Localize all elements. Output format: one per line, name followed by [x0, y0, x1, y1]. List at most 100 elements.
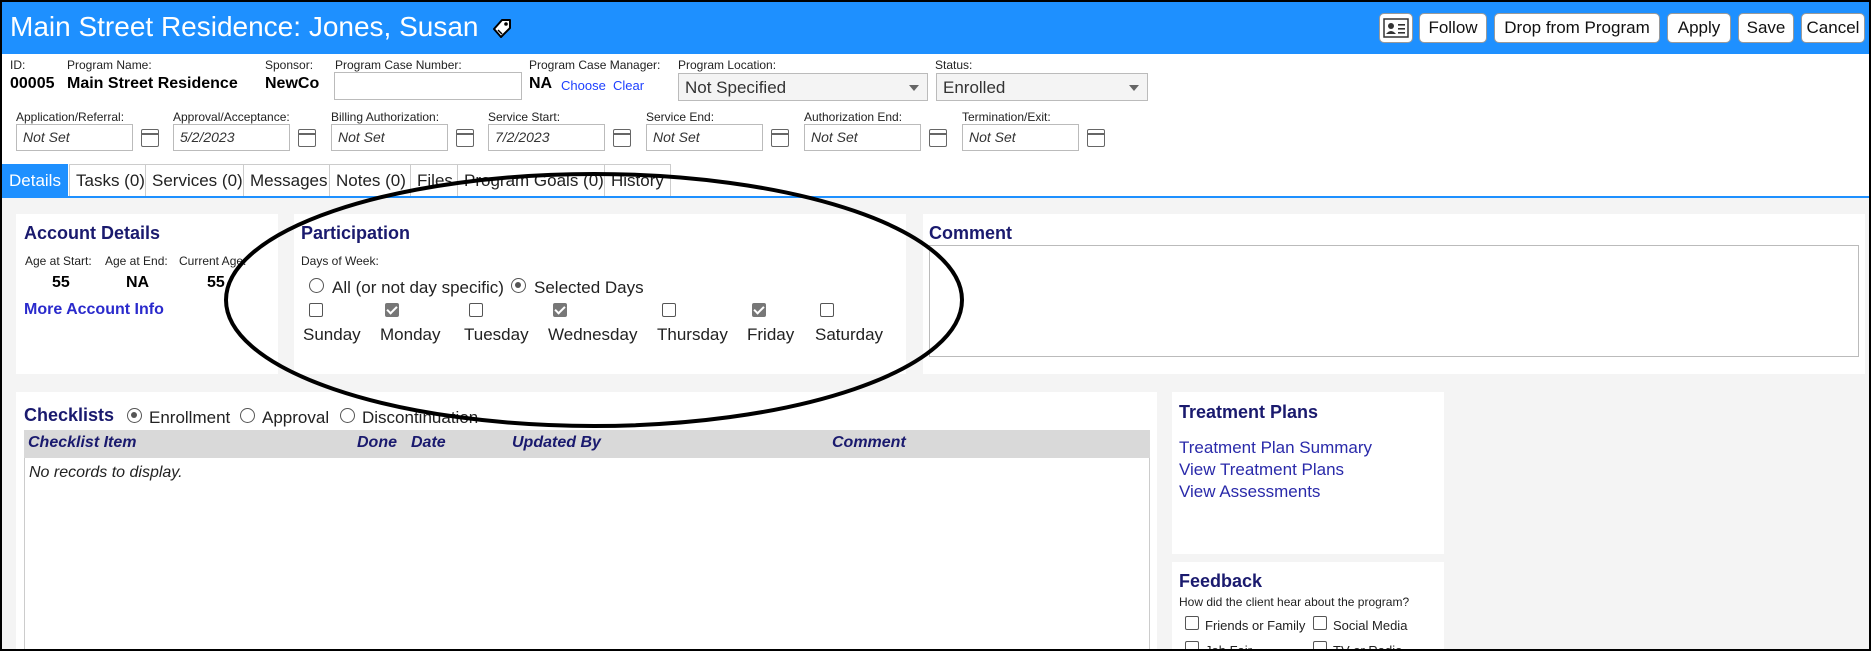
radio-all-days-label: All (or not day specific) [332, 278, 504, 297]
follow-button[interactable]: Follow [1419, 13, 1487, 43]
column-header-date[interactable]: Date [411, 434, 446, 452]
comment-title: Comment [929, 223, 1013, 243]
id-value: 00005 [10, 75, 55, 92]
checkbox-job-fair[interactable] [1185, 641, 1199, 649]
date-label-approval: Approval/Acceptance: [173, 110, 290, 124]
window: Main Street Residence: Jones, Susan Foll… [0, 0, 1871, 651]
date-label-billing: Billing Authorization: [331, 110, 440, 124]
clear-link[interactable]: Clear [613, 78, 644, 93]
case-manager-value: NA [529, 75, 553, 92]
checklist-table-header: Checklist Item Done Date Updated By Comm… [24, 430, 1150, 458]
comment-textarea[interactable] [929, 245, 1859, 357]
date-input-application[interactable]: Not Set [16, 124, 133, 151]
radio-approval-label: Approval [262, 408, 330, 427]
checkbox-sunday[interactable] [309, 303, 323, 317]
checklists-title: Checklists [24, 405, 115, 425]
calendar-icon[interactable] [298, 129, 316, 147]
tab-program-goals[interactable]: Program Goals (0) [457, 164, 611, 196]
calendar-icon[interactable] [141, 129, 159, 147]
date-input-service-end[interactable]: Not Set [646, 124, 763, 151]
date-label-application: Application/Referral: [16, 110, 125, 124]
checkbox-social-media[interactable] [1313, 616, 1327, 630]
checkbox-wednesday[interactable] [553, 303, 567, 317]
checkbox-tuesday[interactable] [469, 303, 483, 317]
program-name-label: Program Name: [67, 58, 152, 72]
radio-discontinuation-label: Discontinuation [362, 408, 479, 427]
checkbox-friends-family[interactable] [1185, 616, 1199, 630]
current-age-label: Current Age: [179, 254, 247, 268]
status-value: Enrolled [943, 78, 1006, 97]
radio-enrollment[interactable] [127, 408, 142, 423]
calendar-icon[interactable] [929, 129, 947, 147]
day-label-monday: Monday [380, 325, 441, 344]
radio-enrollment-label: Enrollment [149, 408, 231, 427]
tab-tasks[interactable]: Tasks (0) [69, 164, 152, 196]
tag-icon[interactable] [490, 16, 514, 40]
column-header-updated-by[interactable]: Updated By [512, 434, 601, 452]
current-age-value: 55 [207, 274, 225, 291]
program-name-value: Main Street Residence [67, 75, 238, 92]
checkbox-friday[interactable] [752, 303, 766, 317]
tab-files[interactable]: Files [410, 164, 460, 196]
tab-history[interactable]: History [604, 164, 671, 196]
drop-from-program-button[interactable]: Drop from Program [1494, 13, 1660, 43]
tab-services[interactable]: Services (0) [145, 164, 250, 196]
contact-card-icon[interactable] [1379, 13, 1413, 43]
view-treatment-plans-link[interactable]: View Treatment Plans [1179, 460, 1344, 480]
day-label-friday: Friday [747, 325, 795, 344]
feedback-option-tv-radio: TV or Radio [1333, 643, 1403, 651]
sponsor-value: NewCo [265, 75, 320, 92]
date-input-billing[interactable]: Not Set [331, 124, 448, 151]
day-label-sunday: Sunday [303, 325, 361, 344]
checkbox-monday[interactable] [385, 303, 399, 317]
radio-discontinuation[interactable] [340, 408, 355, 423]
page-title: Main Street Residence: Jones, Susan [10, 11, 479, 42]
day-label-thursday: Thursday [657, 325, 728, 344]
choose-link[interactable]: Choose [561, 78, 606, 93]
date-label-termination: Termination/Exit: [962, 110, 1051, 124]
radio-approval[interactable] [240, 408, 255, 423]
calendar-icon[interactable] [1087, 129, 1105, 147]
header-bar: Main Street Residence: Jones, Susan Foll… [2, 2, 1869, 54]
radio-all-days[interactable] [309, 278, 324, 293]
apply-button[interactable]: Apply [1667, 13, 1731, 43]
save-button[interactable]: Save [1738, 13, 1794, 43]
location-select[interactable]: Not Specified [678, 73, 928, 101]
empty-records-text: No records to display. [29, 464, 183, 481]
date-input-service-start[interactable]: 7/2/2023 [488, 124, 605, 151]
date-label-service-end: Service End: [646, 110, 715, 124]
checkbox-thursday[interactable] [662, 303, 676, 317]
day-label-wednesday: Wednesday [548, 325, 638, 344]
status-select[interactable]: Enrolled [936, 73, 1148, 101]
column-header-done[interactable]: Done [357, 434, 397, 452]
age-start-label: Age at Start: [25, 254, 92, 268]
checkbox-tv-radio[interactable] [1313, 641, 1327, 649]
date-input-termination[interactable]: Not Set [962, 124, 1079, 151]
checkbox-saturday[interactable] [820, 303, 834, 317]
feedback-question: How did the client hear about the progra… [1179, 595, 1410, 609]
date-input-authorization-end[interactable]: Not Set [804, 124, 921, 151]
column-header-checklist-item[interactable]: Checklist Item [28, 434, 136, 452]
chevron-down-icon [1129, 85, 1139, 91]
radio-selected-days[interactable] [511, 278, 526, 293]
tab-messages[interactable]: Messages [243, 164, 335, 196]
feedback-option-social-media: Social Media [1333, 618, 1408, 633]
case-number-input[interactable] [334, 72, 522, 100]
calendar-icon[interactable] [456, 129, 474, 147]
day-label-saturday: Saturday [815, 325, 884, 344]
treatment-plan-summary-link[interactable]: Treatment Plan Summary [1179, 438, 1372, 458]
calendar-icon[interactable] [771, 129, 789, 147]
age-start-value: 55 [52, 274, 70, 291]
date-label-authorization-end: Authorization End: [804, 110, 903, 124]
calendar-icon[interactable] [613, 129, 631, 147]
column-header-comment[interactable]: Comment [832, 434, 906, 452]
date-input-approval[interactable]: 5/2/2023 [173, 124, 290, 151]
more-account-info-link[interactable]: More Account Info [24, 301, 164, 319]
tab-notes[interactable]: Notes (0) [329, 164, 413, 196]
age-end-label: Age at End: [105, 254, 168, 268]
tab-details[interactable]: Details [2, 164, 68, 196]
cancel-button[interactable]: Cancel [1801, 13, 1865, 43]
view-assessments-link[interactable]: View Assessments [1179, 482, 1320, 502]
radio-selected-days-label: Selected Days [534, 278, 644, 297]
program-info: ID: 00005 Program Name: Main Street Resi… [2, 54, 1869, 164]
